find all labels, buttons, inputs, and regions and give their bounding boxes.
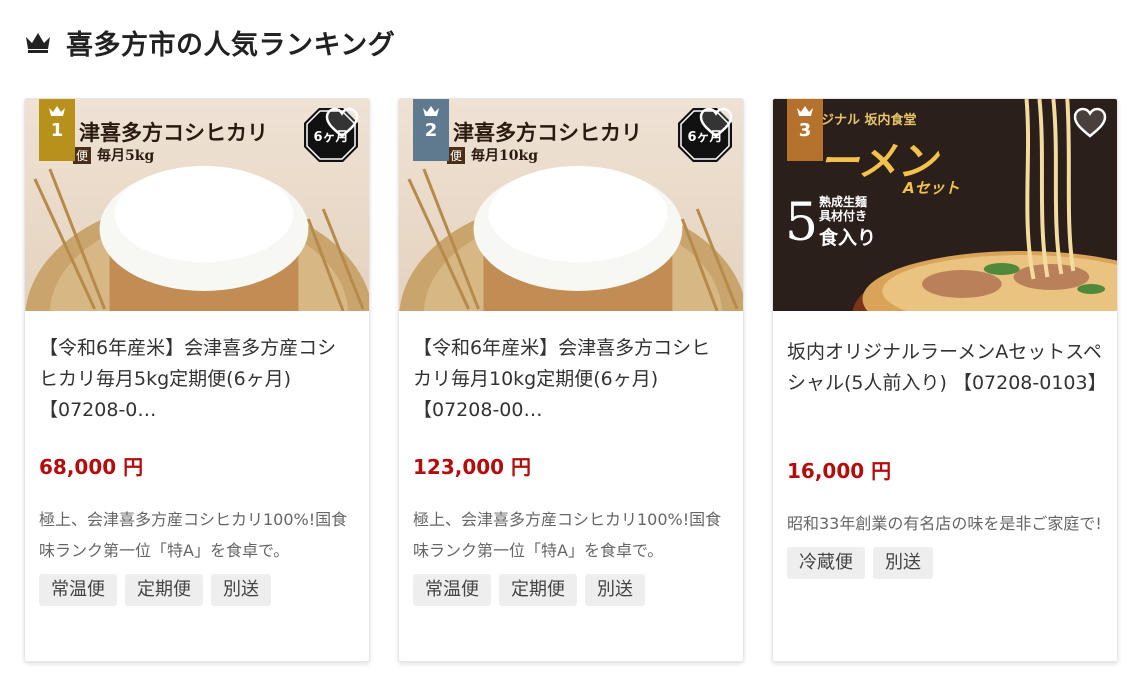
banner-delivery-tag: 便 [447,146,466,164]
rank-badge: 2 [413,99,449,161]
tag-shipping: 常温便 [413,574,491,606]
tag-subscription: 定期便 [499,574,577,606]
rank-crown-icon [423,106,439,116]
crown-icon [26,33,50,53]
ranking-header: 喜多方市の人気ランキング [24,24,396,61]
favorite-heart-icon[interactable] [325,107,359,139]
banner-line-1: 熟成生麺 [819,195,868,209]
product-card-rank-3[interactable]: ジナル 坂内食堂 ーメン Aセット 5 熟成生麺 具材付き 食入り 3 坂内オリ… [772,98,1118,662]
tag-shipping: 常温便 [39,574,117,606]
rank-number: 1 [50,120,64,141]
tag-list: 冷蔵便 別送 [787,547,1103,579]
favorite-heart-icon[interactable] [699,107,733,139]
tag-subscription: 定期便 [125,574,203,606]
tag-separate-shipping: 別送 [585,574,645,606]
product-image[interactable]: 津喜多方コシヒカリ 便 毎月10kg 6ヶ月 2 [399,99,743,311]
product-title[interactable]: 坂内オリジナルラーメンAセットスペシャル(5人前入り) 【07208-0103】 [787,337,1103,430]
product-card-rank-2[interactable]: 津喜多方コシヒカリ 便 毎月10kg 6ヶ月 2 【令和6年産米】会津喜多方コシ… [398,98,744,662]
product-image[interactable]: 津喜多方コシヒカリ 便 毎月5kg 6ヶ月 1 [25,99,369,311]
product-description: 昭和33年創業の有名店の味を是非ご家庭で! [787,514,1102,533]
banner-set: Aセット [903,179,960,197]
banner-subtitle: 便 毎月5kg [73,145,154,165]
banner-title: 津喜多方コシヒカリ [453,120,642,145]
tag-list: 常温便 定期便 別送 [413,574,729,606]
product-image[interactable]: ジナル 坂内食堂 ーメン Aセット 5 熟成生麺 具材付き 食入り 3 [773,99,1117,311]
tag-shipping: 冷蔵便 [787,547,865,579]
product-title[interactable]: 【令和6年産米】会津喜多方産コシヒカリ毎月5kg定期便(6ヶ月) 【07208-… [39,333,355,426]
tag-separate-shipping: 別送 [211,574,271,606]
product-price: 68,000 円 [39,455,144,479]
banner-delivery-tag: 便 [73,146,92,164]
banner-subtitle: 便 毎月10kg [447,145,538,165]
product-title[interactable]: 【令和6年産米】会津喜多方コシヒカリ毎月10kg定期便(6ヶ月) 【07208-… [413,333,729,426]
rank-number: 2 [424,120,438,141]
product-description: 極上、会津喜多方産コシヒカリ100%!国食味ランク第一位「特A」を食卓で。 [39,510,348,560]
rank-badge: 3 [787,99,823,161]
banner-title: 津喜多方コシヒカリ [79,120,268,145]
rank-badge: 1 [39,99,75,161]
banner-line-2: 具材付き [819,209,868,223]
favorite-heart-icon[interactable] [1073,107,1107,139]
banner-top-text: ジナル 坂内食堂 [821,113,917,128]
tag-list: 常温便 定期便 別送 [39,574,355,606]
page-title: 喜多方市の人気ランキング [66,29,396,61]
product-price: 123,000 円 [413,455,532,479]
rank-crown-icon [49,106,65,116]
rank-crown-icon [797,106,813,116]
product-price: 16,000 円 [787,459,892,483]
ranking-card-list: 津喜多方コシヒカリ 便 毎月5kg 6ヶ月 1 【令和6年産米】会津喜多方産コシ… [24,98,1118,662]
banner-number: 5 [785,193,819,253]
banner-lines: 熟成生麺 具材付き [819,195,867,223]
banner-quantity: 毎月5kg [97,148,155,164]
product-description: 極上、会津喜多方産コシヒカリ100%!国食味ランク第一位「特A」を食卓で。 [413,510,722,560]
banner-quantity: 毎月10kg [471,148,538,164]
banner-line-3: 食入り [819,227,877,249]
product-card-rank-1[interactable]: 津喜多方コシヒカリ 便 毎月5kg 6ヶ月 1 【令和6年産米】会津喜多方産コシ… [24,98,370,662]
tag-separate-shipping: 別送 [873,547,933,579]
rank-number: 3 [798,120,812,141]
